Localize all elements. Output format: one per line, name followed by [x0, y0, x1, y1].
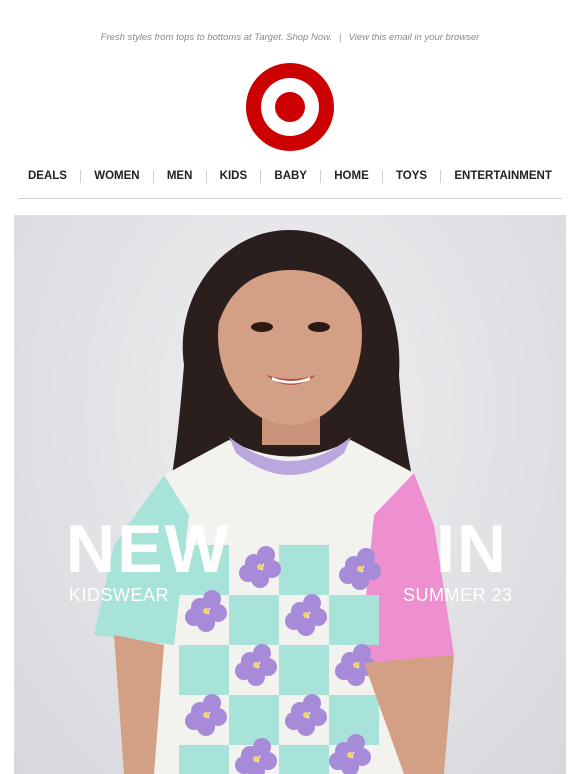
nav-item-deals[interactable]: DEALS — [18, 170, 77, 182]
target-logo-icon[interactable] — [246, 63, 334, 151]
nav-divider — [152, 169, 154, 183]
preheader-separator: | — [339, 32, 342, 43]
nav-divider — [381, 169, 383, 183]
nav-divider — [80, 169, 82, 183]
hero-banner[interactable]: NEW IN KIDSWEAR SUMMER 23 — [14, 215, 566, 774]
nav-divider — [440, 169, 442, 183]
nav-item-baby[interactable]: BABY — [264, 170, 317, 182]
nav-item-women[interactable]: WOMEN — [84, 170, 149, 182]
main-nav: DEALS WOMEN MEN KIDS BABY HOME TOYS ENTE… — [18, 168, 562, 184]
nav-divider — [260, 169, 262, 183]
nav-item-toys[interactable]: TOYS — [386, 170, 437, 182]
hero-title-in: IN — [436, 511, 508, 587]
nav-divider — [205, 169, 207, 183]
nav-item-entertainment[interactable]: ENTERTAINMENT — [444, 170, 562, 182]
nav-rule — [18, 198, 562, 199]
nav-divider — [320, 169, 322, 183]
hero-subtitle-kidswear: KIDSWEAR — [69, 585, 170, 605]
hero-title-new: NEW — [66, 511, 231, 587]
view-in-browser-link[interactable]: View this email in your browser — [349, 32, 480, 43]
preheader-shop-link[interactable]: Fresh styles from tops to bottoms at Tar… — [101, 32, 332, 43]
preheader: Fresh styles from tops to bottoms at Tar… — [0, 32, 580, 43]
hero-photo — [94, 230, 454, 774]
nav-item-home[interactable]: HOME — [324, 170, 379, 182]
nav-item-kids[interactable]: KIDS — [210, 170, 257, 182]
nav-item-men[interactable]: MEN — [157, 170, 203, 182]
hero-subtitle-summer: SUMMER 23 — [403, 585, 513, 605]
